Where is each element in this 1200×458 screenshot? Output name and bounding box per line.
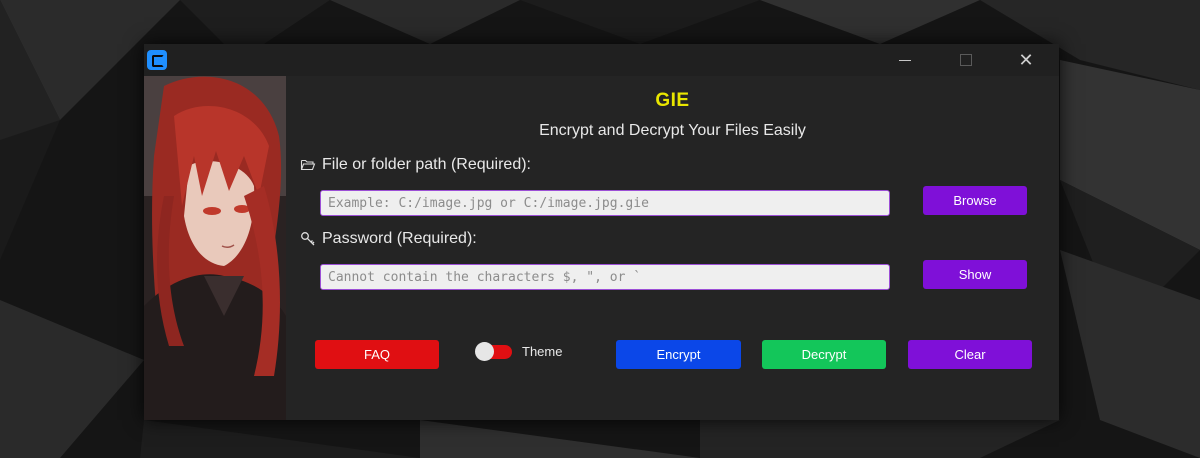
close-button[interactable]: ✕ <box>1003 44 1049 76</box>
app-subtitle: Encrypt and Decrypt Your Files Easily <box>539 122 806 139</box>
browse-button[interactable]: Browse <box>923 186 1027 215</box>
path-input[interactable] <box>320 190 890 216</box>
clear-button[interactable]: Clear <box>908 340 1032 369</box>
app-title: GIE <box>655 90 690 111</box>
password-label-text: Password (Required): <box>322 230 477 247</box>
side-illustration <box>144 76 286 420</box>
show-password-button[interactable]: Show <box>923 260 1027 289</box>
close-icon: ✕ <box>1018 50 1034 70</box>
path-label: File or folder path (Required): <box>300 156 531 174</box>
minimize-button[interactable] <box>882 44 928 76</box>
path-label-text: File or folder path (Required): <box>322 156 531 173</box>
password-input[interactable] <box>320 264 890 290</box>
theme-toggle[interactable]: Theme <box>475 341 563 361</box>
password-label: Password (Required): <box>300 230 477 248</box>
app-logo-icon <box>147 50 167 70</box>
theme-switch-knob <box>475 341 494 361</box>
main-panel: GIE Encrypt and Decrypt Your Files Easil… <box>286 76 1059 420</box>
app-window: ✕ GIE Encrypt and Decrypt Your Files Eas… <box>144 44 1059 420</box>
maximize-button[interactable] <box>943 44 989 76</box>
theme-label: Theme <box>522 344 563 359</box>
title-bar[interactable]: ✕ <box>144 44 1059 76</box>
encrypt-button[interactable]: Encrypt <box>616 340 741 369</box>
minimize-icon <box>899 59 911 61</box>
folder-open-icon <box>300 157 316 173</box>
faq-button[interactable]: FAQ <box>315 340 439 369</box>
decrypt-button[interactable]: Decrypt <box>762 340 886 369</box>
key-icon <box>300 231 316 247</box>
theme-switch[interactable] <box>475 341 512 361</box>
maximize-icon <box>960 54 972 66</box>
